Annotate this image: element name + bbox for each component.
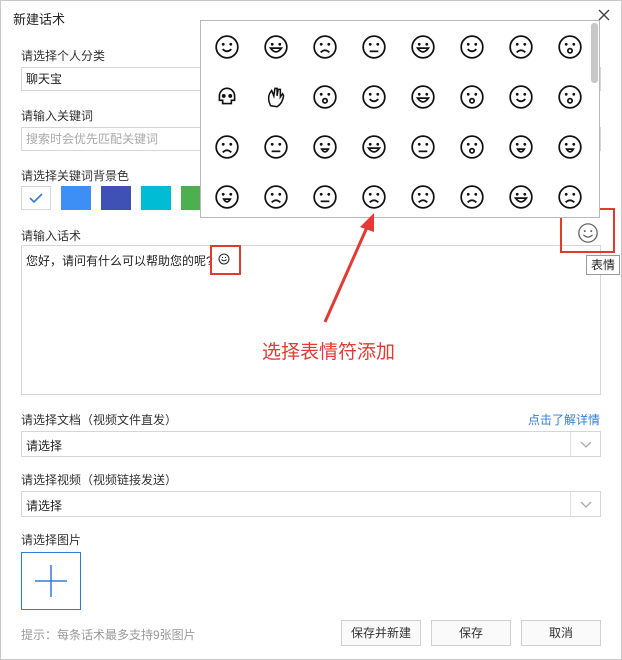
annotation-text: 选择表情符添加 bbox=[262, 342, 396, 363]
callout-arrow bbox=[323, 213, 374, 323]
